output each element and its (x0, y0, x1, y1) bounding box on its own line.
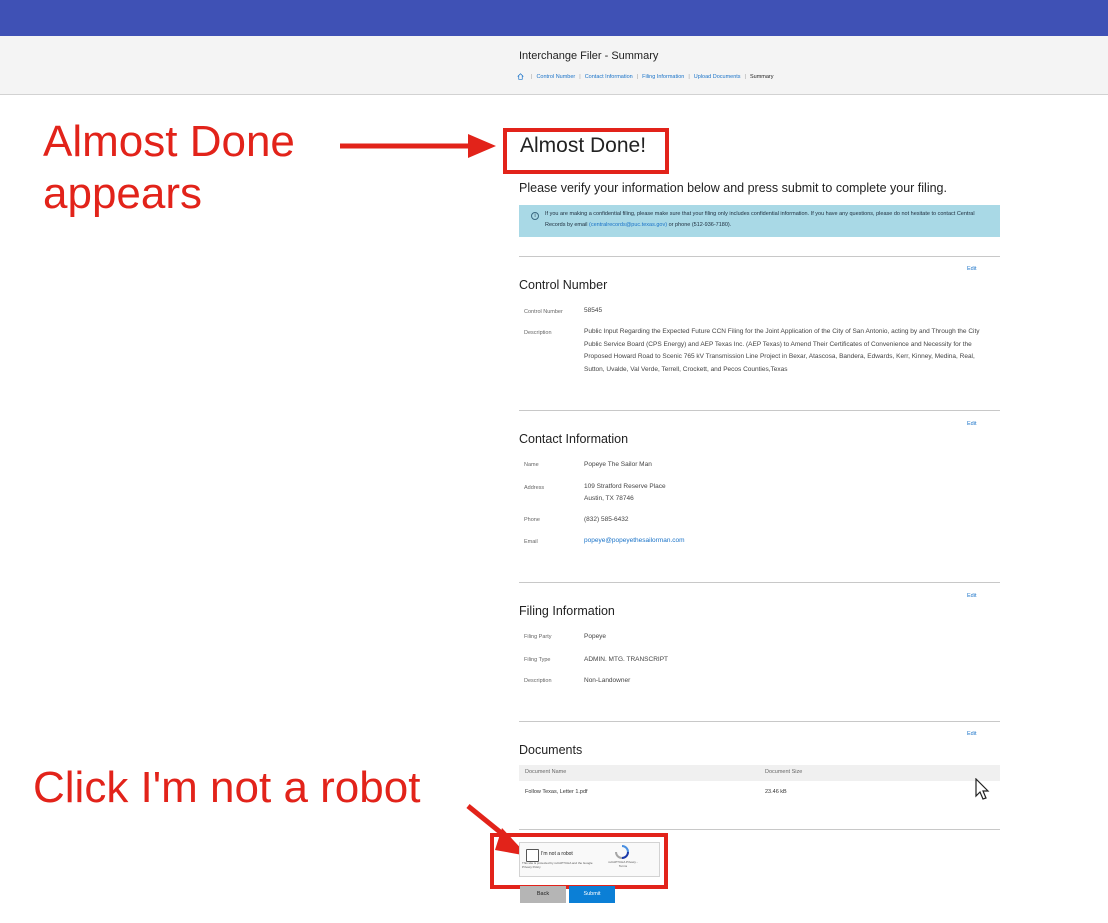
confidential-notice: i If you are making a confidential filin… (519, 205, 1000, 237)
section-documents-title: Documents (519, 743, 583, 757)
document-name-cell: Follow Texas, Letter 1.pdf (525, 789, 588, 795)
recaptcha-brand: reCAPTCHA Privacy - Terms (608, 860, 638, 868)
recaptcha-fine-print: This site is protected by reCAPTCHA and … (522, 861, 593, 869)
edit-documents-link[interactable]: Edit (967, 731, 976, 737)
contact-phone-value: (832) 585-6432 (584, 516, 629, 523)
breadcrumb-summary: Summary (749, 73, 774, 80)
home-icon[interactable] (517, 73, 524, 80)
contact-email-label: Email (524, 539, 538, 545)
notice-phone: or phone (512-936-7180). (668, 222, 732, 228)
divider (519, 721, 1000, 722)
section-filing-title: Filing Information (519, 604, 615, 618)
breadcrumb-contact-information[interactable]: Contact Information (585, 74, 633, 80)
control-description-value: Public Input Regarding the Expected Futu… (584, 328, 980, 373)
contact-email-link[interactable]: popeye@popeyethesailorman.com (584, 537, 685, 544)
divider (519, 582, 1000, 583)
breadcrumb-control-number[interactable]: Control Number (536, 74, 575, 80)
filing-description-value: Non-Landowner (584, 677, 631, 684)
info-icon: i (531, 212, 539, 220)
arrow-to-heading-head (468, 134, 496, 158)
contact-name-value: Popeye The Sailor Man (584, 461, 652, 468)
breadcrumb: | Control Number | Contact Information |… (517, 73, 774, 80)
breadcrumb-upload-documents[interactable]: Upload Documents (694, 74, 741, 80)
intro-text: Please verify your information below and… (519, 181, 947, 195)
mouse-cursor-icon (975, 778, 990, 800)
contact-address-line1: 109 Stratford Reserve Place (584, 483, 666, 490)
section-contact-title: Contact Information (519, 432, 629, 446)
document-size-cell: 23.46 kB (765, 789, 787, 795)
edit-control-number-link[interactable]: Edit (967, 266, 976, 272)
control-number-value: 58545 (584, 307, 603, 314)
recaptcha-logo-icon (615, 845, 629, 859)
submit-button[interactable]: Submit (569, 886, 615, 903)
contact-name-label: Name (524, 462, 539, 468)
divider (519, 256, 1000, 257)
documents-table-header (519, 765, 1000, 781)
breadcrumb-filing-information[interactable]: Filing Information (642, 74, 684, 80)
contact-email-value: popeye@popeyethesailorman.com (584, 535, 685, 548)
control-description-label: Description (524, 330, 552, 336)
filing-description-label: Description (524, 678, 552, 684)
notice-email-link[interactable]: (centralrecords@puc.texas.gov) (589, 222, 667, 228)
column-header-document-name: Document Name (525, 769, 567, 775)
filing-type-label: Filing Type (524, 657, 551, 663)
annotation-almost-done: Almost Done appears (43, 117, 295, 218)
divider (519, 410, 1000, 411)
filing-type-value: ADMIN. MTG. TRANSCRIPT (584, 656, 669, 663)
column-header-document-size: Document Size (765, 769, 803, 775)
divider (519, 829, 1000, 830)
recaptcha-widget (519, 842, 660, 877)
contact-address-line2: Austin, TX 78746 (584, 495, 634, 502)
contact-phone-label: Phone (524, 517, 540, 523)
recaptcha-label: I'm not a robot (541, 851, 573, 857)
edit-contact-link[interactable]: Edit (967, 421, 976, 427)
filing-party-value: Popeye (584, 633, 607, 640)
edit-filing-link[interactable]: Edit (967, 593, 976, 599)
control-number-label: Control Number (524, 309, 563, 315)
page-header (0, 36, 1108, 95)
page-title: Interchange Filer - Summary (519, 50, 659, 62)
top-app-bar (0, 0, 1108, 36)
annotation-robot: Click I'm not a robot (33, 763, 421, 812)
contact-address-label: Address (524, 485, 545, 491)
back-button[interactable]: Back (520, 886, 566, 903)
filing-party-label: Filing Party (524, 634, 552, 640)
page-heading: Almost Done! (520, 134, 647, 157)
section-control-number-title: Control Number (519, 278, 608, 292)
